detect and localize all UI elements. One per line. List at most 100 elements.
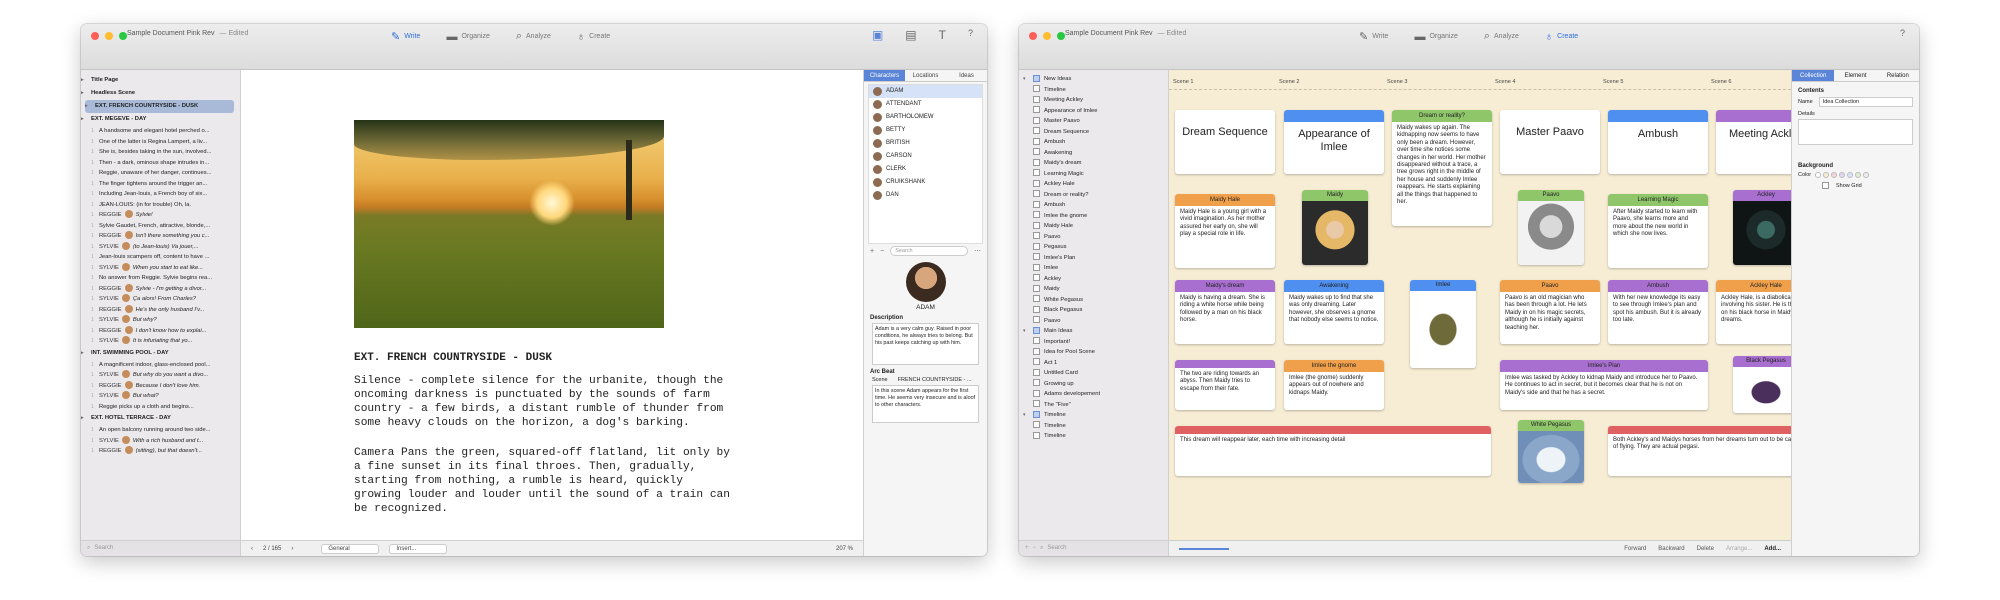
- tab-locations[interactable]: Locations: [905, 70, 946, 81]
- backward-button[interactable]: Backward: [1658, 546, 1684, 552]
- previous-page-button[interactable]: ‹: [251, 546, 253, 552]
- idea-item[interactable]: Ambush: [1019, 137, 1168, 148]
- character-avatar[interactable]: [905, 262, 946, 302]
- idea-card[interactable]: The two are riding towards an abyss. The…: [1175, 360, 1275, 410]
- disclosure-icon[interactable]: ▾: [1023, 326, 1033, 337]
- idea-item[interactable]: Timeline: [1019, 431, 1168, 442]
- color-swatch[interactable]: [1839, 172, 1846, 178]
- color-swatch[interactable]: [1855, 172, 1862, 178]
- binder-search[interactable]: ⌕ Search: [81, 540, 240, 556]
- idea-item[interactable]: Maidy: [1019, 284, 1168, 295]
- idea-card[interactable]: Dream or reality? Maidy wakes up again. T…: [1392, 110, 1492, 226]
- binder-item[interactable]: 1 Reggie picks up a cloth and begins...: [81, 402, 240, 413]
- image-card[interactable]: Maidy: [1302, 190, 1368, 265]
- disclosure-icon[interactable]: ▸: [81, 87, 91, 100]
- binder-item[interactable]: 1 No answer from Reggie. Sylvie begins re…: [81, 273, 240, 284]
- idea-card[interactable]: Learning Magic After Maidy started to lea…: [1608, 194, 1708, 268]
- forward-button[interactable]: Forward: [1624, 546, 1646, 552]
- idea-item[interactable]: Maidy Hale: [1019, 221, 1168, 232]
- idea-card[interactable]: Maidy Hale Maidy Hale is a young girl wit…: [1175, 194, 1275, 268]
- binder-scene-heading[interactable]: ▸ INT. SWIMMING POOL - DAY: [81, 347, 240, 360]
- zoom-select[interactable]: 207 %: [836, 546, 853, 552]
- idea-item[interactable]: White Pegasus: [1019, 295, 1168, 306]
- idea-item[interactable]: Imlee: [1019, 263, 1168, 274]
- idea-card[interactable]: Both Ackley's and Maidys horses from her…: [1608, 426, 1791, 476]
- image-card[interactable]: White Pegasus: [1518, 420, 1584, 483]
- mode-analyze[interactable]: ⌕ Analyze: [516, 30, 551, 43]
- zoom-slider[interactable]: [1179, 548, 1229, 550]
- character-row[interactable]: BRITISH: [869, 137, 982, 150]
- binder-scene-heading[interactable]: ▸ EXT. HOTEL TERRACE - DAY: [81, 412, 240, 425]
- idea-item[interactable]: Growing up: [1019, 379, 1168, 390]
- idea-item[interactable]: Ackley: [1019, 274, 1168, 285]
- binder-item[interactable]: 1 She is, besides taking in the sun, invo…: [81, 147, 240, 158]
- text-icon[interactable]: T: [939, 28, 946, 42]
- character-row[interactable]: BETTY: [869, 124, 982, 137]
- binder-item[interactable]: 1 JEAN-LOUIS: (in for trouble) Oh, la.: [81, 200, 240, 211]
- idea-item[interactable]: Act 1: [1019, 358, 1168, 369]
- binder-item[interactable]: 1 Including Jean-louis, a French boy of s…: [81, 189, 240, 200]
- scene-heading[interactable]: EXT. FRENCH COUNTRYSIDE - DUSK: [354, 352, 552, 364]
- idea-item[interactable]: Adams developement: [1019, 389, 1168, 400]
- character-row[interactable]: CRUIKSHANK: [869, 176, 982, 189]
- binder-item[interactable]: 1 REGGIE He's the only husband I'v...: [81, 304, 240, 316]
- arrange-button[interactable]: Arrange...: [1726, 546, 1752, 552]
- binder-item[interactable]: 1 REGGIE Because I don't love him.: [81, 380, 240, 392]
- binder-item[interactable]: 1 A magnificent indoor, glass-enclosed po…: [81, 360, 240, 371]
- character-row[interactable]: CLERK: [869, 163, 982, 176]
- tab-ideas[interactable]: Ideas: [946, 70, 987, 81]
- action-paragraph[interactable]: Silence - complete silence for the urban…: [354, 374, 734, 430]
- binder-item[interactable]: 1 REGGIE Sylvie - I'm getting a divor...: [81, 283, 240, 295]
- image-card[interactable]: Ackley: [1733, 190, 1791, 265]
- idea-item[interactable]: Ambush: [1019, 200, 1168, 211]
- color-swatch[interactable]: [1815, 172, 1822, 178]
- idea-item[interactable]: Pegasus: [1019, 242, 1168, 253]
- mode-create[interactable]: ♁ Create: [577, 30, 610, 43]
- mode-write[interactable]: ✎ Write: [1359, 30, 1388, 43]
- mode-organize[interactable]: ▬ Organize: [1414, 30, 1457, 43]
- idea-item[interactable]: Timeline: [1019, 421, 1168, 432]
- color-swatch[interactable]: [1831, 172, 1838, 178]
- idea-item[interactable]: Imlee the gnome: [1019, 211, 1168, 222]
- idea-item[interactable]: Paavo: [1019, 316, 1168, 327]
- binder-item[interactable]: 1 An open balcony running around two side…: [81, 425, 240, 436]
- binder-item[interactable]: 1 SYLVIE It is infuriating that yo...: [81, 336, 240, 347]
- idea-item[interactable]: Maidy's dream: [1019, 158, 1168, 169]
- binder-item[interactable]: 1 One of the latter is Regina Lampert, a …: [81, 137, 240, 148]
- idea-item[interactable]: Meeting Ackley: [1019, 95, 1168, 106]
- mode-organize[interactable]: ▬ Organize: [446, 30, 489, 43]
- binder-item[interactable]: 1 SYLVIE But what?: [81, 391, 240, 402]
- notes-icon[interactable]: ▤: [905, 28, 916, 42]
- idea-card[interactable]: This dream will reappear later, each tim…: [1175, 426, 1491, 476]
- zoom-window-button[interactable]: [1057, 32, 1065, 40]
- more-icon[interactable]: ⋯: [974, 247, 981, 255]
- idea-card[interactable]: Ambush With her new knowledge its easy to…: [1608, 280, 1708, 344]
- name-field[interactable]: Idea Collection: [1818, 97, 1913, 107]
- binder-item[interactable]: 1 REGGIE Sylvie!: [81, 210, 240, 221]
- disclosure-icon[interactable]: ▸: [85, 100, 95, 113]
- binder-item[interactable]: 1 REGGIE I don't know how to explai...: [81, 325, 240, 337]
- arc-beat-field[interactable]: In this scene Adam appears for the first…: [872, 385, 979, 423]
- mode-analyze[interactable]: ⌕ Analyze: [1484, 30, 1519, 43]
- close-window-button[interactable]: [91, 32, 99, 40]
- idea-item[interactable]: The "Five": [1019, 400, 1168, 411]
- script-editor[interactable]: EXT. FRENCH COUNTRYSIDE - DUSK Silence -…: [241, 70, 863, 540]
- binder-scene-heading[interactable]: ▸ Title Page: [81, 74, 240, 87]
- idea-card[interactable]: Maidy's dream Maidy is having a dream. Sh…: [1175, 280, 1275, 344]
- idea-item[interactable]: Untitled Card: [1019, 368, 1168, 379]
- minimize-window-button[interactable]: [1043, 32, 1051, 40]
- idea-card[interactable]: Awakening Maidy wakes up to find that she…: [1284, 280, 1384, 344]
- idea-item[interactable]: Timeline: [1019, 85, 1168, 96]
- help-icon[interactable]: ?: [1900, 28, 1905, 38]
- binder-scene-heading[interactable]: ▸ EXT. MEGEVE - DAY: [81, 113, 240, 126]
- remove-button[interactable]: −: [880, 248, 884, 255]
- help-icon[interactable]: ?: [968, 28, 973, 42]
- idea-card[interactable]: Master Paavo: [1500, 110, 1600, 174]
- binder-item[interactable]: 1 REGGIE Isn't there something you c...: [81, 231, 240, 242]
- disclosure-icon[interactable]: ▸: [81, 74, 91, 87]
- idea-item[interactable]: Paavo: [1019, 232, 1168, 243]
- idea-item[interactable]: Awakening: [1019, 148, 1168, 159]
- idea-item[interactable]: Appearance of Imlee: [1019, 106, 1168, 117]
- binder-scene-heading[interactable]: ▸ Headless Scene: [81, 87, 240, 100]
- binder-item[interactable]: 1 SYLVIE When you start to eat like...: [81, 262, 240, 274]
